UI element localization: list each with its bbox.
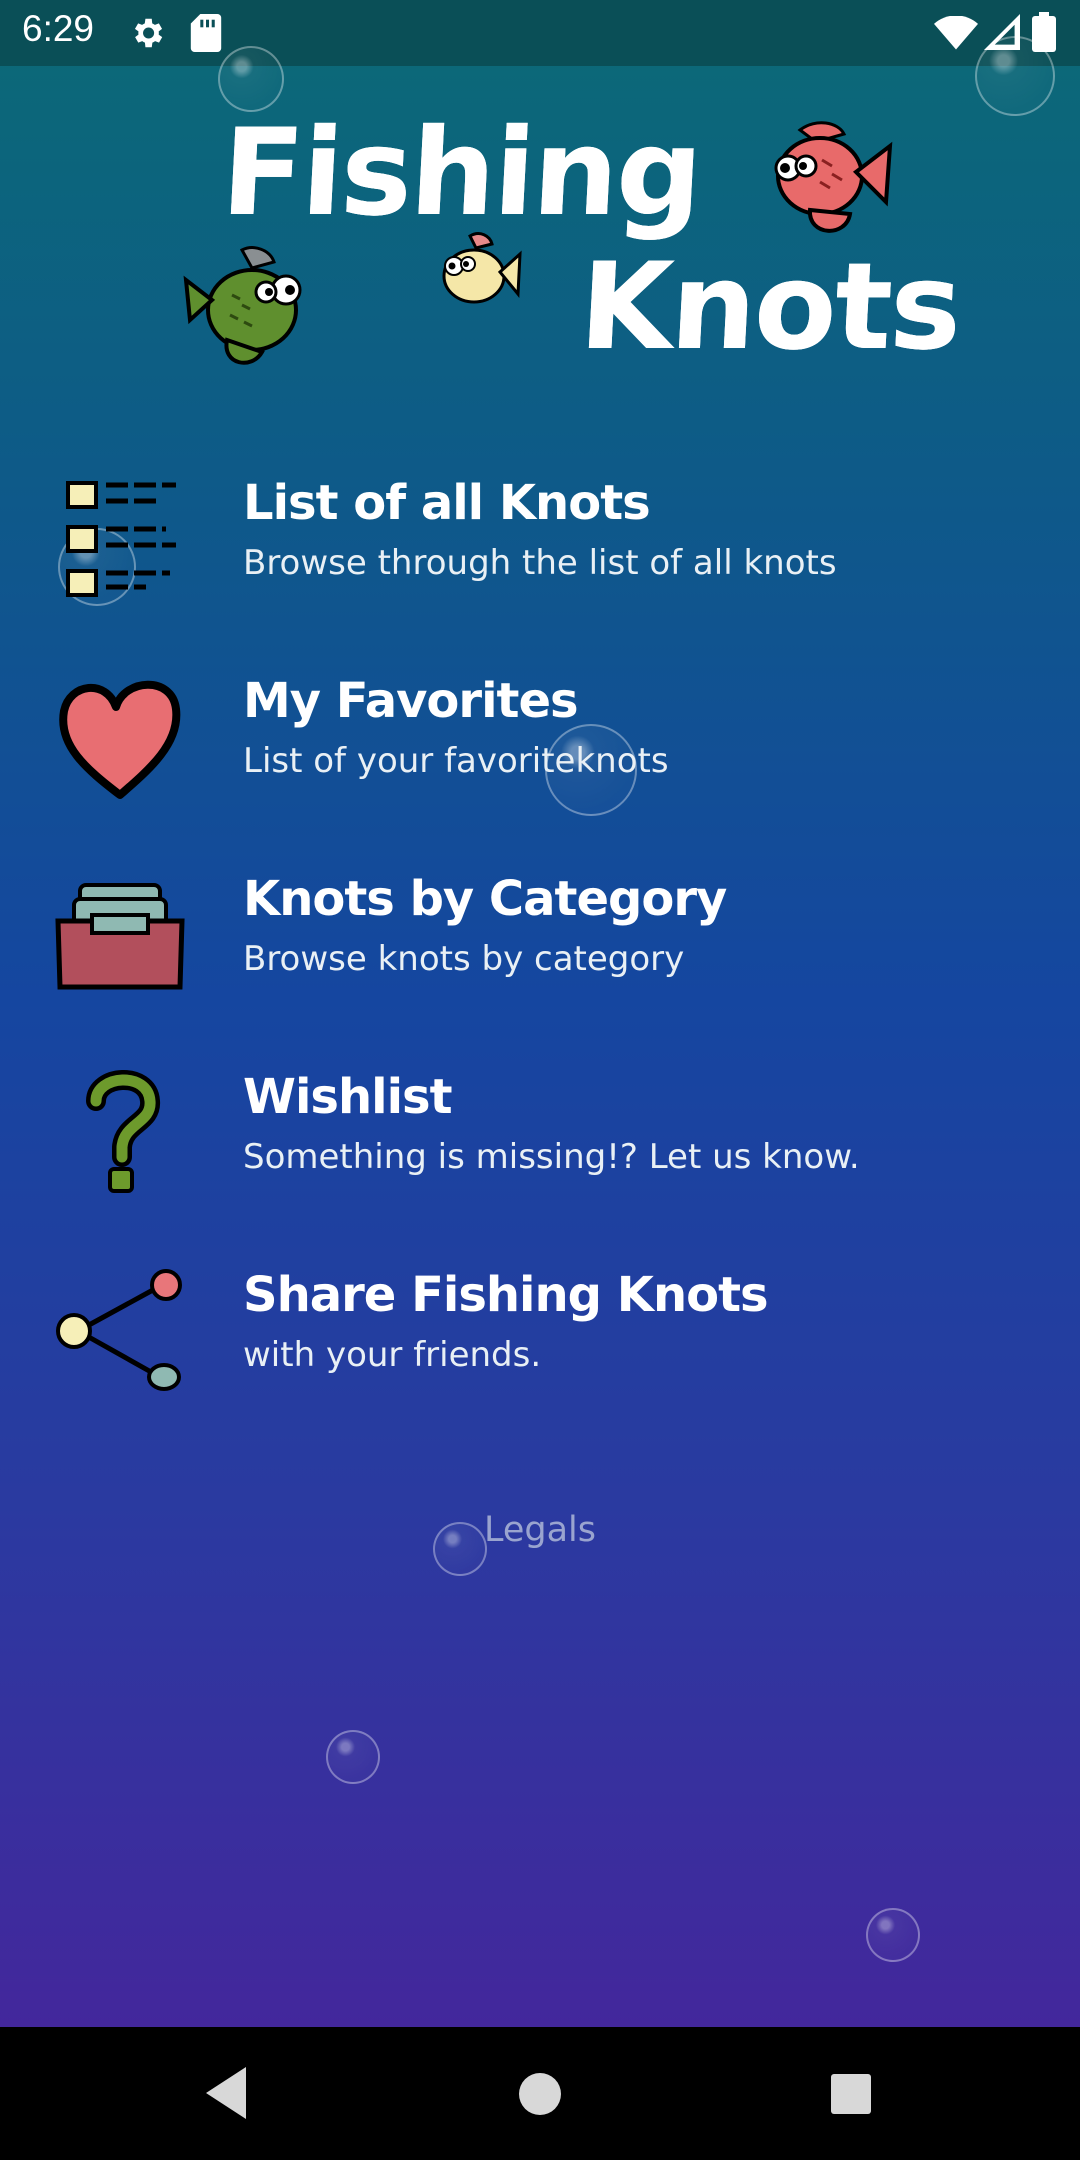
menu-title: My Favorites [243,673,579,729]
menu-title: Share Fishing Knots [243,1267,769,1323]
menu-subtitle: Browse knots by category [243,939,685,979]
file-box-icon [55,883,185,990]
recents-icon[interactable] [828,2071,874,2117]
menu-item-list-of-all-knots[interactable]: List of all Knots Browse through the lis… [0,453,1080,623]
logo-text-fishing: Fishing [218,104,705,243]
sd-card-icon [190,14,222,52]
wifi-icon [934,16,978,50]
status-time: 6:29 [22,8,95,49]
bubble-decoration [975,36,1055,116]
checklist-icon [66,481,176,597]
settings-icon [134,18,163,48]
menu-subtitle: List of your favoriteknots [243,741,669,781]
menu-item-share-fishing-knots[interactable]: Share Fishing Knots with your friends. [0,1245,1080,1415]
legals-link[interactable]: Legals [0,1510,1080,1550]
heart-icon [59,680,181,799]
question-mark-icon [86,1070,160,1193]
bubble-decoration [866,1908,920,1962]
menu-title: Wishlist [243,1069,453,1125]
back-icon[interactable] [200,2063,250,2123]
navigation-bar [0,2027,1080,2160]
menu-item-knots-by-category[interactable]: Knots by Category Browse knots by catego… [0,849,1080,1019]
green-fish-icon [183,246,302,365]
menu-title: Knots by Category [243,871,727,927]
menu-subtitle: Browse through the list of all knots [243,543,837,583]
menu-subtitle: Something is missing!? Let us know. [243,1137,860,1177]
menu-item-wishlist[interactable]: Wishlist Something is missing!? Let us k… [0,1047,1080,1217]
bubble-decoration [326,1730,380,1784]
yellow-fish-icon [442,232,522,304]
menu-title: List of all Knots [243,475,651,531]
status-bar: 6:29 [0,0,1080,66]
share-icon [56,1269,182,1391]
menu-subtitle: with your friends. [243,1335,542,1375]
home-icon[interactable] [515,2069,565,2119]
bubble-decoration [218,46,284,112]
logo-text-knots: Knots [576,238,964,377]
app-screen: 6:29 Fishing Knots List of all Knots Bro… [0,0,1080,2160]
menu-item-my-favorites[interactable]: My Favorites List of your favoriteknots [0,651,1080,821]
red-fish-icon [774,121,893,233]
